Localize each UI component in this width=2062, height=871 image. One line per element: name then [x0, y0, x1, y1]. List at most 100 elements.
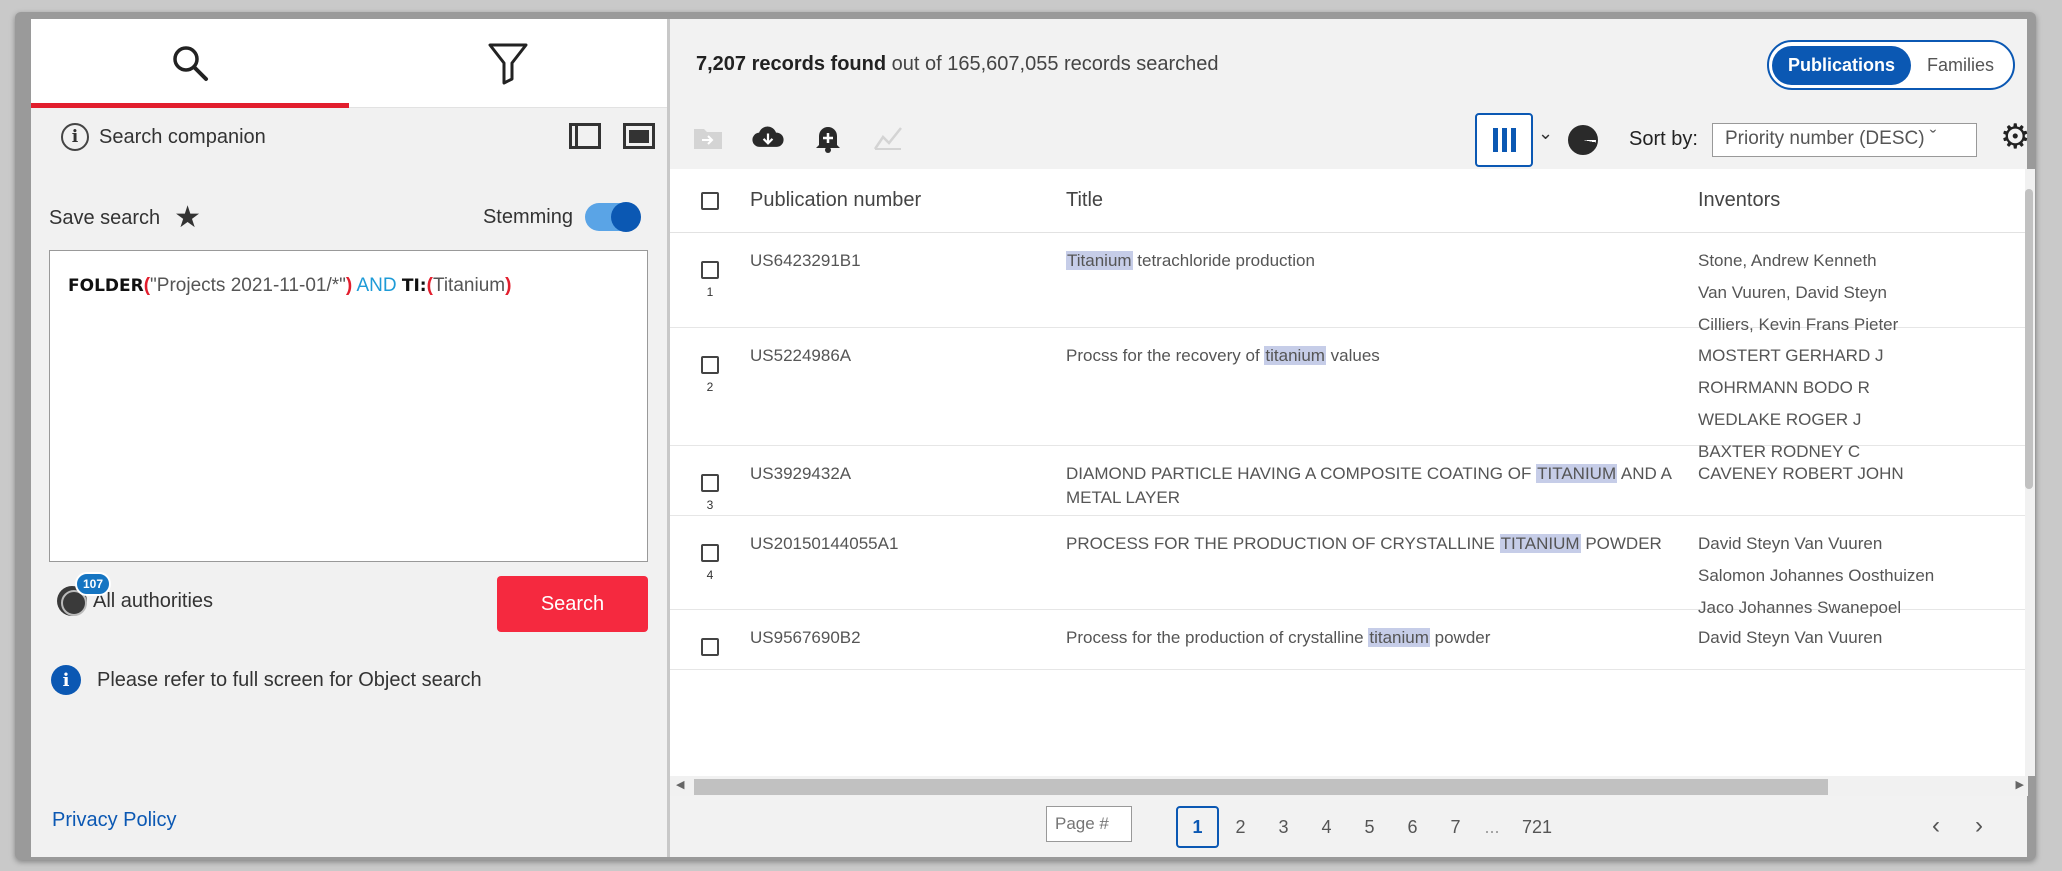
- layout-switcher: [569, 123, 655, 149]
- column-header-title[interactable]: Title: [1066, 189, 1698, 212]
- publication-number[interactable]: US6423291B1: [750, 249, 1066, 273]
- object-search-notice: i Please refer to full screen for Object…: [51, 665, 482, 695]
- title-highlight: Titanium: [1066, 251, 1133, 270]
- page-link-last[interactable]: 721: [1507, 806, 1567, 848]
- table-row[interactable]: 4 US20150144055A1 PROCESS FOR THE PRODUC…: [670, 516, 2028, 617]
- title-text: tetrachloride production: [1132, 251, 1315, 270]
- move-to-folder-icon[interactable]: [692, 123, 724, 153]
- columns-icon: [1492, 128, 1498, 152]
- sort-select[interactable]: Priority number (DESC) ˇ: [1712, 123, 1977, 157]
- results-table: Publication number Title Inventors 1 US6…: [670, 169, 2028, 776]
- scroll-right-arrow-icon[interactable]: ▶: [2016, 778, 2024, 791]
- publication-title[interactable]: Procss for the recovery of titanium valu…: [1066, 344, 1698, 368]
- query-operator: AND: [356, 275, 397, 296]
- page-number-input[interactable]: [1046, 806, 1132, 842]
- app-window: i Search companion Save search ★ Stemmin…: [31, 19, 2035, 857]
- alert-bell-icon[interactable]: [812, 123, 844, 153]
- split-view-icon[interactable]: [569, 123, 601, 149]
- scrollbar-thumb[interactable]: [2025, 189, 2033, 489]
- row-number: 1: [706, 285, 714, 299]
- row-select-cell: 4: [670, 532, 750, 582]
- vertical-scrollbar[interactable]: [2025, 169, 2035, 776]
- cloud-download-icon[interactable]: [752, 123, 784, 153]
- table-header: Publication number Title Inventors: [670, 169, 2028, 233]
- analytics-chart-icon[interactable]: [872, 123, 904, 153]
- publication-title[interactable]: Titanium tetrachloride production: [1066, 249, 1698, 273]
- page-link[interactable]: 3: [1262, 806, 1305, 848]
- table-row[interactable]: 1 US6423291B1 Titanium tetrachloride pro…: [670, 233, 2028, 334]
- families-toggle[interactable]: Families: [1911, 46, 2010, 85]
- publications-toggle[interactable]: Publications: [1771, 45, 1911, 85]
- row-checkbox[interactable]: [701, 638, 719, 656]
- columns-icon-bar: [1510, 128, 1516, 152]
- query-paren: ): [345, 275, 353, 296]
- publication-number[interactable]: US3929432A: [750, 462, 1066, 486]
- scrollbar-thumb[interactable]: [694, 779, 1828, 795]
- publication-title[interactable]: DIAMOND PARTICLE HAVING A COMPOSITE COAT…: [1066, 462, 1698, 510]
- publication-title[interactable]: PROCESS FOR THE PRODUCTION OF CRYSTALLIN…: [1066, 532, 1698, 556]
- star-icon[interactable]: ★: [174, 203, 201, 233]
- row-checkbox[interactable]: [701, 474, 719, 492]
- horizontal-scrollbar[interactable]: ◀ ▶: [670, 776, 2028, 796]
- page-link[interactable]: 4: [1305, 806, 1348, 848]
- full-view-icon[interactable]: [623, 123, 655, 149]
- page-link[interactable]: 2: [1219, 806, 1262, 848]
- search-panel: i Search companion Save search ★ Stemmin…: [31, 19, 670, 857]
- scroll-left-arrow-icon[interactable]: ◀: [676, 778, 684, 791]
- column-view-button[interactable]: [1475, 113, 1533, 167]
- authorities-label: All authorities: [93, 589, 214, 612]
- inventor-name: BAXTER RODNEY C: [1698, 442, 1861, 461]
- stemming-label: Stemming: [482, 205, 573, 228]
- inventor-name: Van Vuuren, David Steyn: [1698, 283, 1888, 302]
- page-link[interactable]: 1: [1176, 806, 1219, 848]
- privacy-policy-link[interactable]: Privacy Policy: [52, 809, 176, 832]
- publication-number[interactable]: US9567690B2: [750, 626, 1066, 650]
- page-link[interactable]: 5: [1348, 806, 1391, 848]
- row-checkbox[interactable]: [701, 544, 719, 562]
- view-mode-toggle: Publications Families: [1766, 40, 2015, 90]
- row-checkbox[interactable]: [701, 356, 719, 374]
- title-text: DIAMOND PARTICLE HAVING A COMPOSITE COAT…: [1066, 464, 1537, 483]
- column-header-publication[interactable]: Publication number: [750, 189, 1066, 212]
- search-companion-label: Search companion: [99, 125, 266, 148]
- tab-search[interactable]: [31, 19, 349, 108]
- query-keyword-folder: FOLDER: [68, 276, 144, 296]
- inventor-name: ROHRMANN BODO R: [1698, 378, 1870, 397]
- publication-title[interactable]: Process for the production of crystallin…: [1066, 626, 1698, 650]
- inventor-name: David Steyn Van Vuuren: [1698, 628, 1883, 647]
- column-header-inventors[interactable]: Inventors: [1698, 189, 2028, 212]
- inventor-name: MOSTERT GERHARD J: [1698, 346, 1884, 365]
- page-ellipsis: ...: [1484, 816, 1500, 837]
- search-button[interactable]: Search: [497, 576, 648, 632]
- page-link[interactable]: 7: [1434, 806, 1477, 848]
- publication-number[interactable]: US5224986A: [750, 344, 1066, 368]
- row-number: 4: [706, 568, 714, 582]
- authorities-selector[interactable]: 107 All authorities: [57, 572, 214, 616]
- select-all-checkbox[interactable]: [701, 191, 719, 210]
- stemming-toggle[interactable]: [585, 202, 641, 232]
- chevron-down-icon[interactable]: ⌄: [1538, 123, 1553, 144]
- gear-icon[interactable]: ⚙: [2000, 120, 2030, 154]
- next-page-icon[interactable]: ›: [1975, 812, 1983, 840]
- previous-page-icon[interactable]: ‹: [1932, 812, 1940, 840]
- table-row[interactable]: 2 US5224986A Procss for the recovery of …: [670, 328, 2028, 461]
- row-select-cell: [670, 626, 750, 662]
- title-text: POWDER: [1580, 534, 1662, 553]
- globe-icon: 107: [57, 572, 112, 616]
- pie-chart-icon[interactable]: [1568, 125, 1598, 155]
- inventors-cell: David Steyn Van Vuuren: [1698, 626, 2028, 658]
- search-companion[interactable]: i Search companion: [61, 123, 266, 151]
- row-checkbox[interactable]: [701, 261, 719, 279]
- publication-number[interactable]: US20150144055A1: [750, 532, 1066, 556]
- title-highlight: titanium: [1368, 628, 1430, 647]
- row-select-cell: 1: [670, 249, 750, 299]
- save-search-label: Save search: [49, 206, 161, 229]
- filter-icon: [488, 43, 528, 85]
- inventors-cell: David Steyn Van Vuuren Salomon Johannes …: [1698, 532, 2028, 628]
- tab-filter[interactable]: [349, 19, 667, 108]
- title-highlight: titanium: [1264, 346, 1326, 365]
- sort-by-label: Sort by:: [1629, 128, 1698, 150]
- page-link[interactable]: 6: [1391, 806, 1434, 848]
- save-search[interactable]: Save search ★: [49, 203, 201, 233]
- query-editor[interactable]: FOLDER("Projects 2021-11-01/*") AND TI:(…: [49, 250, 648, 562]
